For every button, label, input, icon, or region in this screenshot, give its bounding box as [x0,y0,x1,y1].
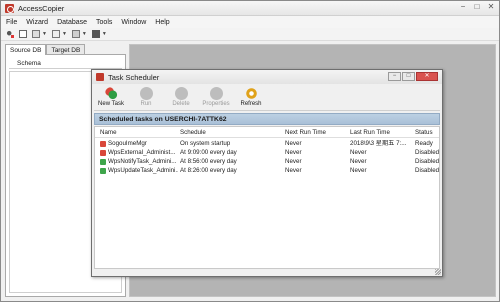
menu-database[interactable]: Database [57,19,87,26]
task-last-run: Never [350,158,367,165]
task-name: SogouImeMgr [108,140,147,147]
dialog-toolbar: New Task Run Delete Properties Refresh [94,85,440,111]
tool-icon[interactable] [32,30,40,38]
dialog-title-bar: Task Scheduler − □ ✕ [92,70,442,84]
delete-button[interactable]: Delete [167,85,195,110]
task-schedule: On system startup [180,140,231,147]
dialog-window-controls: − □ ✕ [388,72,438,81]
task-schedule: At 8:56:00 every day [180,158,237,165]
table-header: Name Schedule Next Run Time Last Run Tim… [95,127,439,138]
chevron-down-icon[interactable]: ▼ [82,31,87,37]
task-name: WpsUpdateTask_Admini... [108,167,178,174]
task-next-run: Never [285,158,302,165]
task-name: WpsNotifyTask_Admini... [108,158,177,165]
copy-icon[interactable] [19,30,27,38]
column-name[interactable]: Name [100,129,117,136]
task-name: WpsExternal_Administ... [108,149,176,156]
new-task-label: New Task [98,101,124,107]
window-controls: − □ ✕ [457,2,497,13]
scheduled-tasks-header: Scheduled tasks on USERCHI-7ATTK62 [94,113,440,125]
menu-wizard[interactable]: Wizard [26,19,48,26]
task-next-run: Never [285,140,302,147]
tab-source-db[interactable]: Source DB [5,44,47,55]
resize-grip[interactable] [435,269,441,275]
menu-tools[interactable]: Tools [96,19,112,26]
task-schedule: At 8:26:00 every day [180,167,237,174]
task-schedule: At 9:09:00 every day [180,149,237,156]
task-last-run: 2018\9\3 星期五 7:... [350,140,407,147]
column-next-run-time[interactable]: Next Run Time [285,129,326,136]
grid-icon[interactable] [71,30,80,38]
task-last-run: Never [350,167,367,174]
delete-icon [174,87,188,100]
run-button[interactable]: Run [132,85,160,110]
new-task-button[interactable]: New Task [97,85,125,110]
task-status: Ready [415,140,433,147]
table-row[interactable]: WpsUpdateTask_Admini... At 8:26:00 every… [95,167,439,175]
table-row[interactable]: SogouImeMgr On system startup Never 2018… [95,140,439,148]
app-logo-icon [5,4,14,13]
menu-window[interactable]: Window [121,19,146,26]
task-icon [100,141,106,147]
column-status[interactable]: Status [415,129,433,136]
app-logo-icon [96,73,104,81]
refresh-button[interactable]: Refresh [237,85,265,110]
run-icon [139,87,153,100]
column-last-run-time[interactable]: Last Run Time [350,129,390,136]
task-status: Disabled [415,158,440,165]
minimize-button[interactable]: − [457,2,469,13]
chevron-down-icon[interactable]: ▼ [62,31,67,37]
task-icon [100,150,106,156]
menu-file[interactable]: File [6,19,17,26]
menu-bar: File Wizard Database Tools Window Help [1,16,499,28]
maximize-button[interactable]: □ [471,2,483,13]
refresh-label: Refresh [240,101,262,107]
properties-icon [209,87,223,100]
title-bar: AccessCopier − □ ✕ [1,1,499,16]
task-last-run: Never [350,149,367,156]
table-row[interactable]: WpsExternal_Administ... At 9:09:00 every… [95,149,439,157]
refresh-icon [244,87,258,100]
task-status: Disabled [415,167,440,174]
task-table: Name Schedule Next Run Time Last Run Tim… [94,126,440,269]
close-button[interactable]: ✕ [485,2,497,13]
app-title: AccessCopier [18,4,65,13]
panel-icon[interactable] [91,30,100,38]
task-next-run: Never [285,149,302,156]
task-status: Disabled [415,149,440,156]
delete-label: Delete [172,101,190,107]
chevron-down-icon[interactable]: ▼ [42,31,47,37]
table-row[interactable]: WpsNotifyTask_Admini... At 8:56:00 every… [95,158,439,166]
minimize-button[interactable]: − [388,72,401,81]
task-icon [100,159,106,165]
schema-header[interactable]: Schema [9,59,122,69]
chevron-down-icon[interactable]: ▼ [102,31,107,37]
column-schedule[interactable]: Schedule [180,129,206,136]
main-toolbar: ▼ ▼ ▼ ▼ [1,28,499,41]
task-scheduler-dialog: Task Scheduler − □ ✕ New Task Run Delete… [91,69,443,277]
dialog-title: Task Scheduler [108,73,160,82]
properties-button[interactable]: Properties [202,85,230,110]
document-icon[interactable] [51,30,60,38]
task-next-run: Never [285,167,302,174]
connect-icon[interactable] [6,30,14,38]
menu-help[interactable]: Help [155,19,169,26]
maximize-button[interactable]: □ [402,72,415,81]
close-button[interactable]: ✕ [416,72,438,81]
new-task-icon [104,87,118,100]
properties-label: Properties [202,101,230,107]
task-icon [100,168,106,174]
run-label: Run [140,101,152,107]
